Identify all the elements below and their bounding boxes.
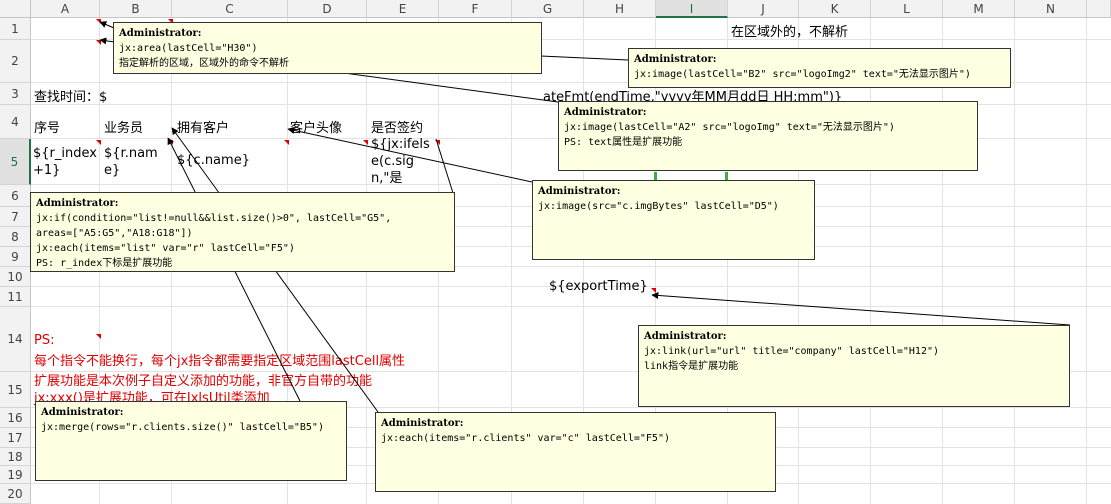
col-header-b[interactable]: B bbox=[100, 0, 172, 18]
col-header-j[interactable]: J bbox=[728, 0, 799, 18]
comment-line: jx:image(lastCell="A2" src="logoImg" tex… bbox=[564, 122, 895, 133]
row-header-3[interactable]: 3 bbox=[0, 83, 31, 105]
comment-image-d5[interactable]: Administrator: jx:image(src="c.imgBytes"… bbox=[532, 180, 815, 260]
comment-line: jx:merge(rows="r.clients.size()" lastCel… bbox=[41, 422, 324, 433]
cell-e5[interactable]: ${jx:ifelse(c.sign,"是 bbox=[371, 136, 437, 184]
comment-merge[interactable]: Administrator: jx:merge(rows="r.clients.… bbox=[35, 401, 347, 481]
cell-c4[interactable]: 拥有客户 bbox=[177, 117, 229, 136]
cell-a3[interactable]: 查找时间：$ bbox=[34, 86, 107, 105]
row-header-9[interactable]: 9 bbox=[0, 247, 31, 267]
grid-line bbox=[870, 18, 871, 504]
comment-line: jx:if(condition="list!=null&&list.size()… bbox=[36, 213, 392, 224]
comment-line: jx:link(url="url" title="company" lastCe… bbox=[644, 346, 940, 357]
cell-b4[interactable]: 业务员 bbox=[104, 117, 143, 136]
grid-line bbox=[1086, 18, 1087, 504]
grid-line bbox=[31, 306, 1111, 307]
col-header-c[interactable]: C bbox=[172, 0, 288, 18]
cell-b5[interactable]: ${r.name} bbox=[104, 145, 170, 179]
col-header-m[interactable]: M bbox=[943, 0, 1015, 18]
col-header-d[interactable]: D bbox=[288, 0, 367, 18]
ps-line-1[interactable]: 每个指令不能换行，每个jx指令都需要指定区域范围lastCell属性 bbox=[34, 350, 405, 369]
comment-author: Administrator: bbox=[381, 418, 464, 429]
comment-indicator[interactable] bbox=[284, 140, 289, 145]
row-header-6[interactable]: 6 bbox=[0, 185, 31, 207]
comment-line: link指令是扩展功能 bbox=[644, 361, 739, 372]
comment-line: jx:area(lastCell="H30") bbox=[119, 43, 258, 54]
comment-line: PS: text属性是扩展功能 bbox=[564, 137, 683, 148]
comment-indicator[interactable] bbox=[435, 140, 440, 145]
comment-author: Administrator: bbox=[36, 198, 119, 209]
row-header-14[interactable]: 14 bbox=[0, 307, 31, 372]
row-header-10[interactable]: 10 bbox=[0, 267, 31, 287]
comment-line: jx:image(src="c.imgBytes" lastCell="D5") bbox=[538, 201, 779, 212]
cell-h11[interactable]: ${exportTime} bbox=[549, 279, 648, 294]
col-header-h[interactable]: H bbox=[584, 0, 656, 18]
comment-line: areas=["A5:G5","A18:G18"]) bbox=[36, 228, 193, 239]
col-header-i[interactable]: I bbox=[656, 0, 728, 18]
comment-indicator[interactable] bbox=[651, 288, 656, 293]
row-header-19[interactable]: 19 bbox=[0, 466, 31, 484]
row-header-17[interactable]: 17 bbox=[0, 428, 31, 448]
comment-indicator[interactable] bbox=[96, 19, 101, 24]
comment-image-a2[interactable]: Administrator: jx:image(lastCell="A2" sr… bbox=[558, 101, 978, 171]
comment-author: Administrator: bbox=[538, 186, 621, 197]
col-header-a[interactable]: A bbox=[31, 0, 100, 18]
row-header-7[interactable]: 7 bbox=[0, 207, 31, 227]
ps-title[interactable]: PS: bbox=[34, 333, 54, 348]
comment-indicator[interactable] bbox=[96, 40, 101, 45]
comment-author: Administrator: bbox=[41, 407, 124, 418]
comment-link[interactable]: Administrator: jx:link(url="url" title="… bbox=[638, 325, 1070, 407]
comment-author: Administrator: bbox=[634, 54, 717, 65]
col-header-l[interactable]: L bbox=[871, 0, 943, 18]
comment-line: jx:image(lastCell="B2" src="logoImg2" te… bbox=[634, 69, 971, 80]
cell-e4[interactable]: 是否签约 bbox=[371, 117, 423, 136]
grid-line bbox=[942, 18, 943, 504]
comment-author: Administrator: bbox=[119, 28, 202, 39]
row-header-11[interactable]: 11 bbox=[0, 287, 31, 307]
col-header-f[interactable]: F bbox=[439, 0, 512, 18]
row-header-2[interactable]: 2 bbox=[0, 40, 31, 83]
cell-j1[interactable]: 在区域外的，不解析 bbox=[731, 21, 848, 40]
comment-indicator[interactable] bbox=[96, 140, 101, 145]
cell-a4[interactable]: 序号 bbox=[34, 117, 60, 136]
row-header-5[interactable]: 5 bbox=[0, 139, 31, 185]
col-header-n[interactable]: N bbox=[1015, 0, 1087, 18]
col-header-blank bbox=[1087, 0, 1111, 18]
row-header-18[interactable]: 18 bbox=[0, 448, 31, 466]
spreadsheet[interactable]: A B C D E F G H I J K L M N 1 2 3 4 5 6 … bbox=[0, 0, 1111, 504]
comment-image-b2[interactable]: Administrator: jx:image(lastCell="B2" sr… bbox=[628, 48, 1011, 88]
comment-line: 指定解析的区域，区域外的命令不解析 bbox=[119, 58, 289, 69]
row-header-8[interactable]: 8 bbox=[0, 227, 31, 247]
comment-indicator[interactable] bbox=[363, 140, 368, 145]
comment-each-clients[interactable]: Administrator: jx:each(items="r.clients"… bbox=[375, 412, 776, 492]
row-header-20[interactable]: 20 bbox=[0, 484, 31, 504]
col-header-e[interactable]: E bbox=[367, 0, 439, 18]
col-header-g[interactable]: G bbox=[512, 0, 584, 18]
comment-line: jx:each(items="list" var="r" lastCell="F… bbox=[36, 243, 295, 254]
comment-line: PS: r_index下标是扩展功能 bbox=[36, 258, 173, 269]
grid-line bbox=[1014, 18, 1015, 504]
comment-indicator[interactable] bbox=[96, 334, 101, 339]
comment-author: Administrator: bbox=[564, 107, 647, 118]
row-header-16[interactable]: 16 bbox=[0, 408, 31, 428]
connector-link bbox=[651, 291, 1071, 326]
comment-if-each[interactable]: Administrator: jx:if(condition="list!=nu… bbox=[30, 192, 455, 272]
col-header-k[interactable]: K bbox=[799, 0, 871, 18]
comment-author: Administrator: bbox=[644, 331, 727, 342]
row-header-4[interactable]: 4 bbox=[0, 105, 31, 139]
cell-a5[interactable]: ${r_index+1} bbox=[33, 145, 99, 179]
connector-area bbox=[99, 21, 115, 29]
row-header-1[interactable]: 1 bbox=[0, 18, 31, 40]
comment-indicator[interactable] bbox=[168, 140, 173, 145]
comment-area[interactable]: Administrator: jx:area(lastCell="H30") 指… bbox=[113, 22, 542, 74]
row-header-15[interactable]: 15 bbox=[0, 372, 31, 408]
cell-d4[interactable]: 客户头像 bbox=[290, 117, 342, 136]
comment-line: jx:each(items="r.clients" var="c" lastCe… bbox=[381, 433, 670, 444]
select-all-corner[interactable] bbox=[0, 0, 31, 18]
cell-c5[interactable]: ${c.name} bbox=[177, 153, 250, 168]
